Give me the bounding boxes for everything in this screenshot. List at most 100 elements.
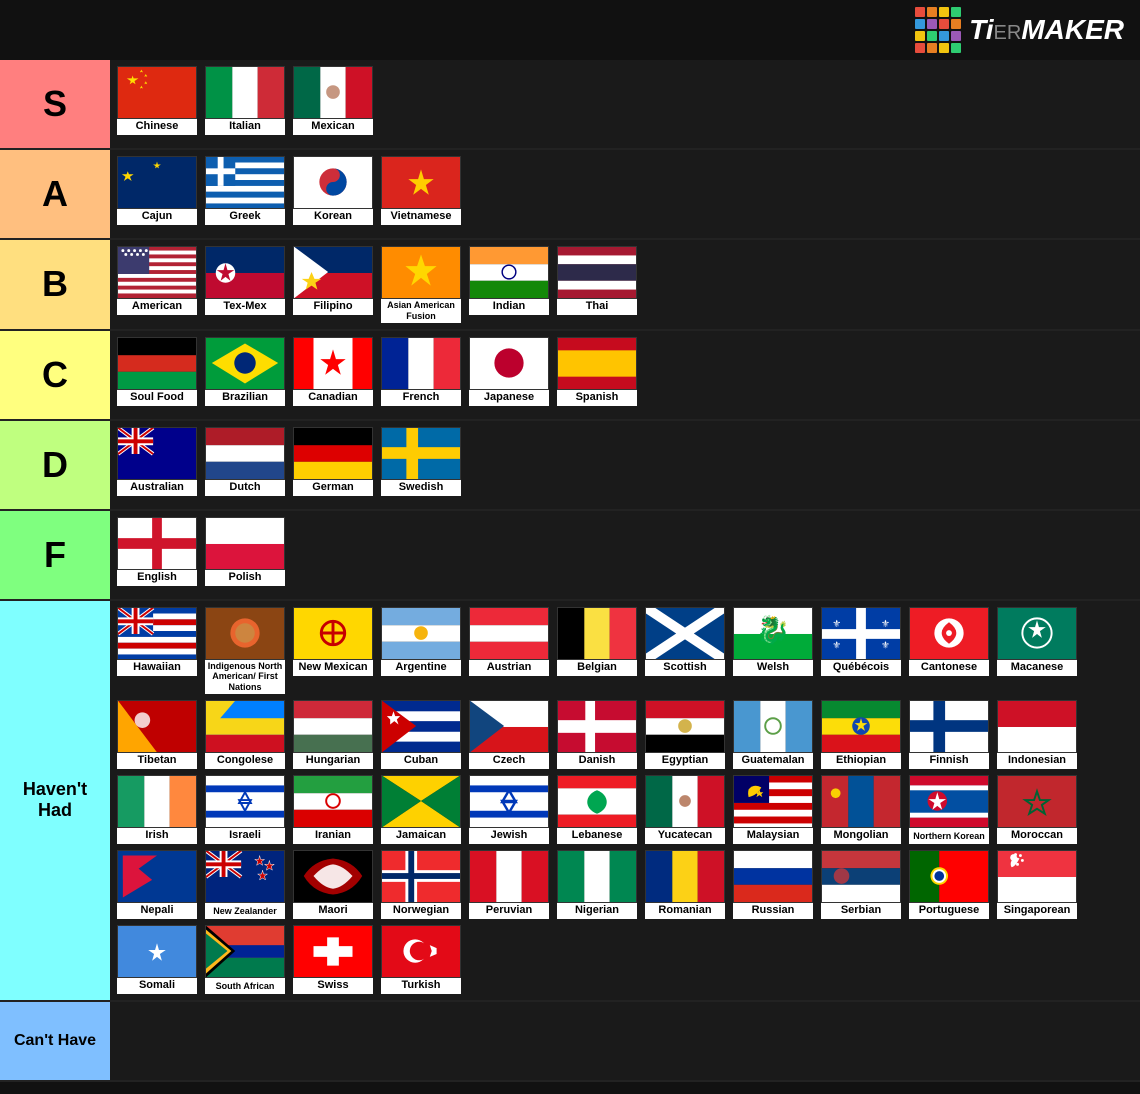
food-label-russian: Russian xyxy=(733,903,813,919)
food-label-polish: Polish xyxy=(205,570,285,586)
tier-items-havent: Hawaiian Indigenous North American/ Firs… xyxy=(110,601,1140,1000)
food-item-american: American xyxy=(116,246,198,315)
food-item-cajun: Cajun xyxy=(116,156,198,225)
food-label-indigenous: Indigenous North American/ First Nations xyxy=(205,660,285,694)
tier-row-cant: Can't Have xyxy=(0,1002,1140,1082)
flag-northkorean xyxy=(909,775,989,828)
flag-nepali xyxy=(117,850,197,903)
flag-mongolian xyxy=(821,775,901,828)
food-label-nepali: Nepali xyxy=(117,903,197,919)
flag-yucatecan xyxy=(645,775,725,828)
food-label-congolese: Congolese xyxy=(205,753,285,769)
food-item-australian: Australian xyxy=(116,427,198,496)
food-item-lebanese: Lebanese xyxy=(556,775,638,844)
food-item-newmexican: New Mexican xyxy=(292,607,374,676)
flag-italian xyxy=(205,66,285,119)
tier-label-havent: Haven't Had xyxy=(0,601,110,1000)
svg-text:⚜: ⚜ xyxy=(881,619,890,630)
food-label-filipino: Filipino xyxy=(293,299,373,315)
food-label-singaporean: Singaporean xyxy=(997,903,1077,919)
flag-polish xyxy=(205,517,285,570)
food-item-german: German xyxy=(292,427,374,496)
food-label-vietnamese: Vietnamese xyxy=(381,209,461,225)
tier-items-f: English Polish xyxy=(110,511,1140,599)
food-item-scottish: Scottish xyxy=(644,607,726,676)
food-item-malaysian: Malaysian xyxy=(732,775,814,844)
food-item-peruvian: Peruvian xyxy=(468,850,550,919)
food-item-czech: Czech xyxy=(468,700,550,769)
food-label-italian: Italian xyxy=(205,119,285,135)
food-item-tibetan: Tibetan xyxy=(116,700,198,769)
flag-asianfusion xyxy=(381,246,461,299)
tier-row-c: C Soul Food xyxy=(0,331,1140,421)
food-item-guatemalan: Guatemalan xyxy=(732,700,814,769)
tier-items-d: Australian Dutch xyxy=(110,421,1140,509)
food-label-indonesian: Indonesian xyxy=(997,753,1077,769)
food-item-norwegian: Norwegian xyxy=(380,850,462,919)
svg-text:⚜: ⚜ xyxy=(881,640,890,651)
flag-dutch xyxy=(205,427,285,480)
svg-text:🐉: 🐉 xyxy=(756,613,790,644)
food-item-newzealand: New Zealander xyxy=(204,850,286,919)
food-item-spanish: Spanish xyxy=(556,337,638,406)
food-item-jewish: Jewish xyxy=(468,775,550,844)
flag-nigerian xyxy=(557,850,637,903)
food-label-hawaiian: Hawaiian xyxy=(117,660,197,676)
flag-texmex xyxy=(205,246,285,299)
food-item-egyptian: Egyptian xyxy=(644,700,726,769)
food-label-swiss: Swiss xyxy=(293,978,373,994)
food-label-moroccan: Moroccan xyxy=(997,828,1077,844)
food-label-maori: Maori xyxy=(293,903,373,919)
food-label-scottish: Scottish xyxy=(645,660,725,676)
food-item-belgian: Belgian xyxy=(556,607,638,676)
flag-indian xyxy=(469,246,549,299)
header: TiERMAKER xyxy=(0,0,1140,60)
food-label-chinese: Chinese xyxy=(117,119,197,135)
food-item-vietnamese: Vietnamese xyxy=(380,156,462,225)
tier-items-a: Cajun xyxy=(110,150,1140,238)
flag-cantonese xyxy=(909,607,989,660)
food-item-nepali: Nepali xyxy=(116,850,198,919)
flag-newmexican xyxy=(293,607,373,660)
food-label-macanese: Macanese xyxy=(997,660,1077,676)
food-label-spanish: Spanish xyxy=(557,390,637,406)
food-label-indian: Indian xyxy=(469,299,549,315)
flag-belgian xyxy=(557,607,637,660)
tier-row-a: A Cajun xyxy=(0,150,1140,240)
food-label-yucatecan: Yucatecan xyxy=(645,828,725,844)
flag-lebanese xyxy=(557,775,637,828)
food-label-iranian: Iranian xyxy=(293,828,373,844)
food-item-southafrican: South African xyxy=(204,925,286,994)
food-label-american: American xyxy=(117,299,197,315)
food-label-cantonese: Cantonese xyxy=(909,660,989,676)
food-item-dutch: Dutch xyxy=(204,427,286,496)
flag-greek xyxy=(205,156,285,209)
food-item-swedish: Swedish xyxy=(380,427,462,496)
flag-german xyxy=(293,427,373,480)
food-item-iranian: Iranian xyxy=(292,775,374,844)
food-item-macanese: Macanese xyxy=(996,607,1078,676)
flag-swiss xyxy=(293,925,373,978)
flag-english xyxy=(117,517,197,570)
food-item-mexican: Mexican xyxy=(292,66,374,135)
food-item-nigerian: Nigerian xyxy=(556,850,638,919)
food-label-soulfood: Soul Food xyxy=(117,390,197,406)
food-label-portuguese: Portuguese xyxy=(909,903,989,919)
tier-label-a: A xyxy=(0,150,110,238)
flag-iranian xyxy=(293,775,373,828)
food-item-filipino: Filipino xyxy=(292,246,374,315)
flag-austrian xyxy=(469,607,549,660)
flag-maori xyxy=(293,850,373,903)
flag-hawaiian xyxy=(117,607,197,660)
flag-australian xyxy=(117,427,197,480)
flag-canadian xyxy=(293,337,373,390)
food-label-egyptian: Egyptian xyxy=(645,753,725,769)
flag-guatemalan xyxy=(733,700,813,753)
food-item-korean: Korean xyxy=(292,156,374,225)
food-label-finnish: Finnish xyxy=(909,753,989,769)
food-item-polish: Polish xyxy=(204,517,286,586)
flag-romanian xyxy=(645,850,725,903)
flag-egyptian xyxy=(645,700,725,753)
food-item-cuban: Cuban xyxy=(380,700,462,769)
flag-israeli xyxy=(205,775,285,828)
